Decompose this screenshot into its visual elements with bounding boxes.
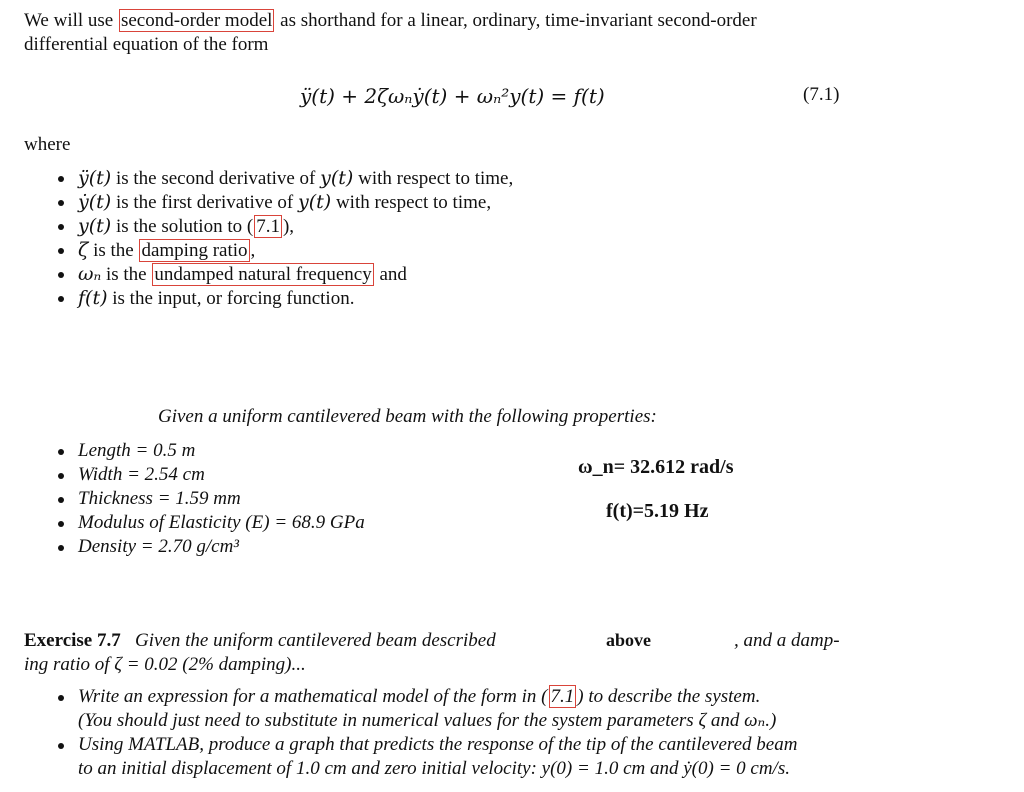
task-item: Write an expression for a mathematical m… bbox=[56, 685, 797, 709]
definition-text: , bbox=[250, 240, 256, 261]
task-text: ) to describe the system. bbox=[577, 686, 761, 707]
definition-text: is the second derivative of bbox=[111, 168, 321, 189]
definition-text: with respect to time, bbox=[331, 192, 492, 213]
link-damping-ratio[interactable]: damping ratio bbox=[139, 239, 250, 262]
equation-number: (7.1) bbox=[803, 84, 840, 105]
symbol: f(t) bbox=[78, 287, 108, 309]
intro-text: We will use bbox=[24, 10, 118, 31]
property-item: Density = 2.70 g/cm³ bbox=[56, 535, 365, 559]
inserted-above-text: above bbox=[606, 630, 651, 650]
property-label: Length bbox=[78, 440, 131, 461]
exercise-line-1: Exercise 7.7 Given the uniform cantileve… bbox=[24, 630, 496, 652]
definition-item: ẏ(t) is the first derivative of y(t) wit… bbox=[56, 190, 513, 214]
link-equation-7-1[interactable]: 7.1 bbox=[254, 215, 282, 238]
task-item: Using MATLAB, produce a graph that predi… bbox=[56, 733, 797, 757]
link-second-order-model[interactable]: second-order model bbox=[118, 9, 275, 32]
symbol: ωₙ bbox=[78, 263, 102, 285]
task-item-cont: to an initial displacement of 1.0 cm and… bbox=[78, 758, 790, 779]
definitions-list: ÿ(t) is the second derivative of y(t) wi… bbox=[56, 166, 513, 310]
definition-text: and bbox=[374, 264, 407, 285]
symbol: ẏ(t) bbox=[78, 191, 112, 213]
where-label: where bbox=[24, 134, 71, 155]
definition-text: ), bbox=[282, 216, 295, 237]
intro-line-1: We will use second-order model as shorth… bbox=[24, 9, 757, 32]
property-label: Modulus of Elasticity (E) bbox=[78, 512, 270, 533]
definition-text: is the bbox=[101, 264, 152, 285]
symbol: y(t) bbox=[320, 167, 354, 189]
definition-text: with respect to time, bbox=[353, 168, 514, 189]
definition-text: is the bbox=[88, 240, 139, 261]
definition-item: ζ is the damping ratio, bbox=[56, 238, 513, 262]
symbol: ζ bbox=[78, 239, 89, 261]
property-item: Width = 2.54 cm bbox=[56, 463, 365, 487]
link-equation-7-1[interactable]: 7.1 bbox=[548, 685, 577, 708]
symbol: y(t) bbox=[78, 215, 112, 237]
definition-item: ÿ(t) is the second derivative of y(t) wi… bbox=[56, 166, 513, 190]
omega-n-annotation: ω_n= 32.612 rad/s bbox=[578, 456, 734, 478]
exercise-text: Given the uniform cantilevered beam desc… bbox=[135, 630, 496, 651]
intro-line-2: differential equation of the form bbox=[24, 34, 269, 55]
forcing-frequency-annotation: f(t)=5.19 Hz bbox=[606, 500, 709, 522]
exercise-label: Exercise 7.7 bbox=[24, 630, 121, 651]
symbol: ÿ(t) bbox=[78, 167, 112, 189]
definition-text: is the input, or forcing function. bbox=[107, 288, 355, 309]
property-item: Length = 0.5 m bbox=[56, 439, 365, 463]
equation-text: ÿ(t) + 2ζωₙẏ(t) + ωₙ²y(t) = f(t) bbox=[300, 84, 605, 108]
definition-item: f(t) is the input, or forcing function. bbox=[56, 286, 513, 310]
property-value: 2.70 g/cm³ bbox=[158, 536, 240, 557]
property-label: Thickness bbox=[78, 488, 153, 509]
exercise-line-2: ing ratio of ζ = 0.02 (2% damping)... bbox=[24, 654, 306, 675]
property-value: 68.9 GPa bbox=[291, 512, 365, 533]
property-value: 0.5 m bbox=[153, 440, 196, 461]
definition-text: is the first derivative of bbox=[111, 192, 298, 213]
property-value: 2.54 cm bbox=[144, 464, 205, 485]
task-text: Write an expression for a mathematical m… bbox=[78, 686, 548, 707]
definition-item: ωₙ is the undamped natural frequency and bbox=[56, 262, 513, 286]
property-item: Modulus of Elasticity (E) = 68.9 GPa bbox=[56, 511, 365, 535]
property-value: 1.59 mm bbox=[175, 488, 241, 509]
intro-text-cont: as shorthand for a linear, ordinary, tim… bbox=[275, 10, 757, 31]
document-page: We will use second-order model as shorth… bbox=[0, 0, 1024, 792]
equation-7-1: ÿ(t) + 2ζωₙẏ(t) + ωₙ²y(t) = f(t) bbox=[300, 84, 605, 108]
beam-title: Given a uniform cantilevered beam with t… bbox=[158, 406, 657, 427]
exercise-text-cont: , and a damp- bbox=[734, 630, 840, 651]
link-undamped-natural-frequency[interactable]: undamped natural frequency bbox=[152, 263, 374, 286]
property-label: Density bbox=[78, 536, 137, 557]
exercise-tasks-list: Write an expression for a mathematical m… bbox=[56, 685, 797, 781]
symbol: y(t) bbox=[297, 191, 332, 213]
property-item: Thickness = 1.59 mm bbox=[56, 487, 365, 511]
task-item-cont: (You should just need to substitute in n… bbox=[78, 710, 777, 731]
beam-properties-list: Length = 0.5 m Width = 2.54 cm Thickness… bbox=[56, 439, 365, 559]
definition-item: y(t) is the solution to (7.1), bbox=[56, 214, 513, 238]
definition-text: is the solution to ( bbox=[111, 216, 254, 237]
property-label: Width bbox=[78, 464, 123, 485]
